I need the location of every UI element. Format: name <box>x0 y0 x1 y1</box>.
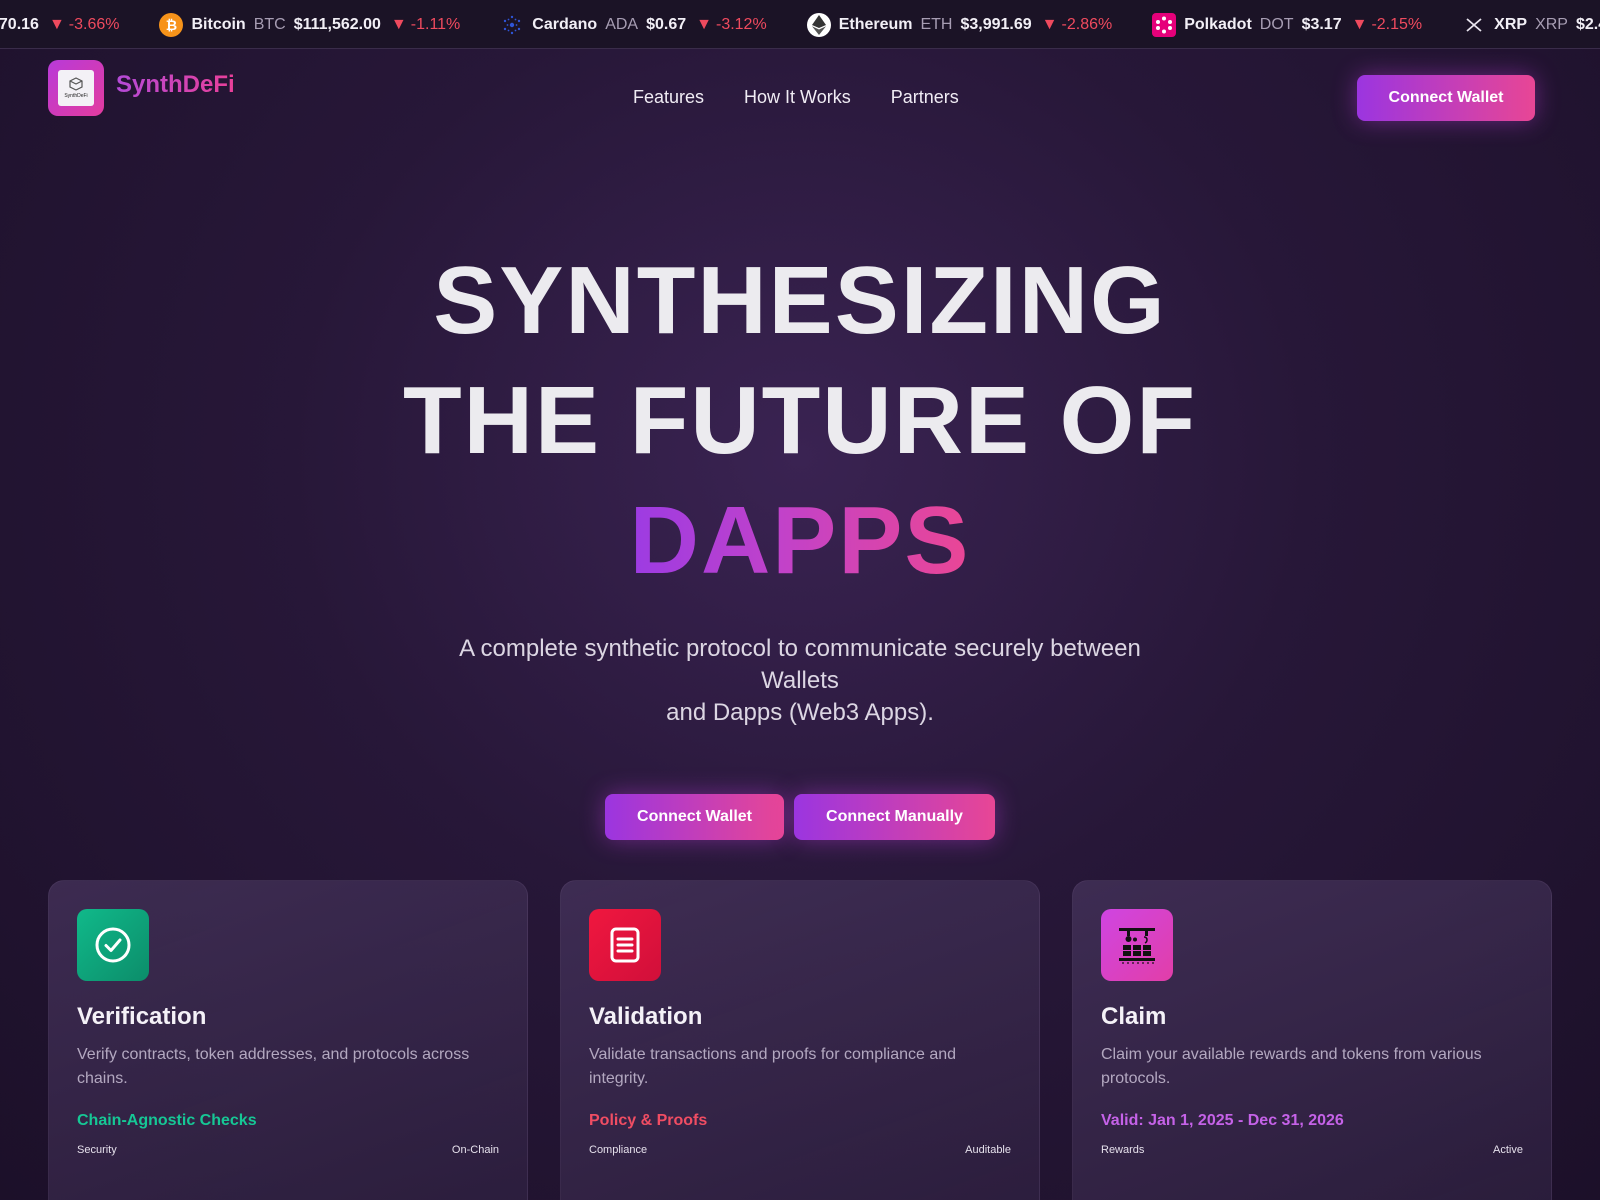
hero-subtitle-line-1: A complete synthetic protocol to communi… <box>459 635 1141 694</box>
card-footer-left: Compliance <box>589 1144 648 1156</box>
down-arrow-icon: ▼ <box>48 15 65 33</box>
bitcoin-icon: ₿ <box>159 12 184 37</box>
card-footer-left: Security <box>77 1144 117 1156</box>
down-arrow-icon: ▼ <box>1351 15 1368 33</box>
ticker-change: ▼ -3.66% <box>48 15 120 33</box>
ticker-name: Bitcoin <box>191 15 246 33</box>
hero-title-line-2: THE FUTURE OF <box>403 367 1197 474</box>
ticker-change: ▼ -1.11% <box>390 15 461 33</box>
price-ticker: 170.16 ▼-3.66% ₿ Bitcoin BTC $111,562.00… <box>0 0 1600 49</box>
ticker-item[interactable]: Polkadot DOT $3.17 ▼ -2.15% <box>1152 0 1423 48</box>
card-description: Validate transactions and proofs for com… <box>589 1046 957 1087</box>
feature-card-verification[interactable]: Verification Verify contracts, token add… <box>48 880 528 1200</box>
hero-title-line-1: SYNTHESIZING <box>433 247 1167 354</box>
document-icon <box>610 927 640 963</box>
polkadot-icon <box>1152 12 1177 37</box>
ticker-change: ▼ -2.86% <box>1041 15 1113 33</box>
logo-mini-text: SynthDeFi <box>64 93 88 99</box>
ticker-symbol: ETH <box>920 15 953 33</box>
ticker-symbol: DOT <box>1259 15 1294 33</box>
xrp-icon <box>1462 13 1486 37</box>
down-arrow-icon: ▼ <box>390 15 407 33</box>
card-description: Verify contracts, token addresses, and p… <box>77 1046 470 1087</box>
nav-partners[interactable]: Partners <box>891 86 959 108</box>
nav-how-it-works[interactable]: How It Works <box>744 86 851 108</box>
hero-subtitle: A complete synthetic protocol to communi… <box>440 633 1160 729</box>
ticker-name: XRP <box>1494 15 1528 33</box>
main-nav: Features How It Works Partners <box>633 86 959 108</box>
card-footer-right: On-Chain <box>451 1144 499 1156</box>
card-tag: Valid: Jan 1, 2025 - Dec 31, 2026 <box>1101 1112 1344 1129</box>
check-circle-icon <box>95 927 131 963</box>
connect-manually-button[interactable]: Connect Manually <box>794 794 995 840</box>
ticker-change: ▼ -2.15% <box>1351 15 1423 33</box>
brand-name[interactable]: SynthDeFi <box>116 71 235 99</box>
card-icon-wrap <box>589 909 661 981</box>
hero-subtitle-line-2: and Dapps (Web3 Apps). <box>666 699 934 726</box>
feature-card-claim[interactable]: Claim Claim your available rewards and t… <box>1072 880 1552 1200</box>
ticker-track: 170.16 ▼-3.66% ₿ Bitcoin BTC $111,562.00… <box>0 0 1600 48</box>
card-footer: Rewards Active <box>1101 1144 1523 1156</box>
card-tag: Chain-Agnostic Checks <box>77 1112 257 1129</box>
header-connect-wallet-button[interactable]: Connect Wallet <box>1357 75 1535 121</box>
down-arrow-icon: ▼ <box>696 15 712 33</box>
hero-title-line-3: DAPPS <box>0 486 1600 596</box>
ethereum-icon <box>806 12 831 37</box>
hero-highlight: DAPPS <box>629 487 971 594</box>
ticker-symbol: XRP <box>1535 15 1568 33</box>
card-icon-wrap <box>1101 909 1173 981</box>
ticker-price: $2.4 <box>1575 15 1600 33</box>
ticker-price: 170.16 <box>0 15 39 33</box>
claim-machine-icon <box>1119 928 1155 964</box>
feature-card-validation[interactable]: Validation Validate transactions and pro… <box>560 880 1040 1200</box>
logo-badge: SynthDeFi <box>58 70 94 106</box>
ticker-item[interactable]: ₿ Bitcoin BTC $111,562.00 ▼ -1.11% <box>159 0 461 48</box>
ticker-item[interactable]: 170.16 ▼-3.66% <box>0 0 120 48</box>
site-header: SynthDeFi SynthDeFi Features How It Work… <box>0 49 1600 145</box>
down-arrow-icon: ▼ <box>1041 15 1058 33</box>
ticker-item[interactable]: Cardano ADA $0.67 ▼ -3.12% <box>500 0 767 48</box>
ticker-symbol: BTC <box>253 15 286 33</box>
card-footer-right: Active <box>1493 1144 1523 1156</box>
card-icon-wrap <box>77 909 149 981</box>
ticker-change: ▼ -3.12% <box>696 15 767 33</box>
ticker-item[interactable]: Ethereum ETH $3,991.69 ▼ -2.86% <box>806 0 1113 48</box>
ticker-name: Cardano <box>532 15 598 33</box>
card-footer: Compliance Auditable <box>589 1144 1011 1156</box>
card-title: Claim <box>1101 1003 1167 1030</box>
logo-cube-icon <box>69 77 83 91</box>
connect-wallet-button[interactable]: Connect Wallet <box>605 794 784 840</box>
logo[interactable]: SynthDeFi <box>48 60 104 116</box>
ticker-price: $3.17 <box>1301 15 1342 33</box>
nav-features[interactable]: Features <box>633 86 704 108</box>
ticker-name: Ethereum <box>838 15 913 33</box>
ticker-price: $0.67 <box>646 15 687 33</box>
card-footer: Security On-Chain <box>77 1144 499 1156</box>
ticker-price: $3,991.69 <box>960 15 1032 33</box>
ticker-name: Polkadot <box>1184 15 1252 33</box>
ticker-item[interactable]: XRP XRP $2.4 <box>1462 0 1600 48</box>
card-title: Validation <box>589 1003 703 1030</box>
ticker-symbol: ADA <box>605 15 639 33</box>
card-title: Verification <box>77 1003 207 1030</box>
card-tag: Policy & Proofs <box>589 1112 708 1129</box>
cardano-icon <box>500 13 524 37</box>
card-description: Claim your available rewards and tokens … <box>1101 1046 1482 1087</box>
card-footer-right: Auditable <box>965 1144 1011 1156</box>
card-footer-left: Rewards <box>1101 1144 1145 1156</box>
ticker-price: $111,562.00 <box>293 15 381 33</box>
hero-cta-row: Connect Wallet Connect Manually <box>0 794 1600 840</box>
